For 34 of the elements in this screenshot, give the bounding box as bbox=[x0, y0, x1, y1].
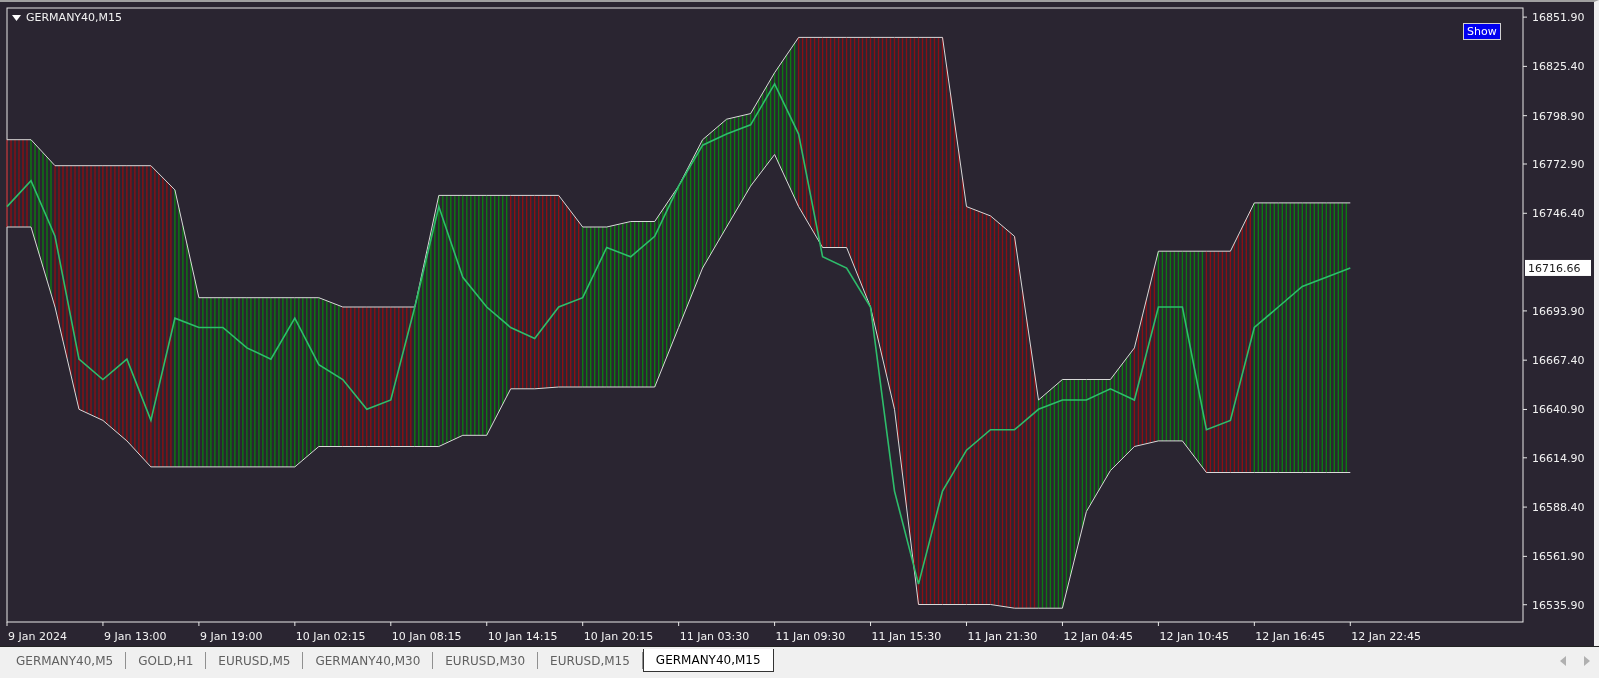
time-label: 9 Jan 19:00 bbox=[199, 630, 263, 642]
price-label: 16640.90 bbox=[1532, 403, 1585, 417]
time-label: 10 Jan 14:15 bbox=[487, 630, 558, 642]
time-label: 11 Jan 21:30 bbox=[967, 630, 1038, 642]
price-label: 16851.90 bbox=[1532, 11, 1585, 25]
chart-tab[interactable]: GERMANY40,M15 bbox=[642, 649, 774, 672]
price-label: 16825.40 bbox=[1532, 60, 1585, 74]
chart-title: GERMANY40,M15 bbox=[26, 11, 123, 24]
time-label: 10 Jan 08:15 bbox=[391, 630, 462, 642]
time-label: 10 Jan 02:15 bbox=[295, 630, 366, 642]
price-label: 16561.90 bbox=[1532, 550, 1585, 564]
time-label: 11 Jan 09:30 bbox=[775, 630, 846, 642]
time-label: 11 Jan 03:30 bbox=[679, 630, 750, 642]
scroll-left-icon[interactable] bbox=[1559, 655, 1567, 666]
time-label: 12 Jan 16:45 bbox=[1255, 630, 1325, 642]
price-label: 16667.40 bbox=[1532, 354, 1585, 368]
price-label: 16614.90 bbox=[1532, 451, 1585, 465]
time-label: 10 Jan 20:15 bbox=[583, 630, 654, 642]
time-label: 9 Jan 13:00 bbox=[103, 630, 167, 642]
time-label: 12 Jan 10:45 bbox=[1159, 630, 1230, 642]
time-label: 11 Jan 15:30 bbox=[871, 630, 942, 642]
price-label: 16772.90 bbox=[1532, 158, 1585, 171]
time-label: 9 Jan 2024 bbox=[8, 630, 67, 642]
dropdown-triangle-icon[interactable] bbox=[12, 14, 21, 21]
show-button[interactable]: Show bbox=[1463, 23, 1501, 40]
time-label: 12 Jan 04:45 bbox=[1063, 630, 1134, 642]
scroll-right-icon[interactable] bbox=[1583, 655, 1591, 666]
price-label: 16535.90 bbox=[1532, 598, 1585, 612]
current-price-label: 16716.66 bbox=[1525, 259, 1591, 276]
price-label: 16798.90 bbox=[1532, 109, 1585, 123]
price-label: 16746.40 bbox=[1532, 207, 1585, 221]
time-label: 12 Jan 22:45 bbox=[1351, 630, 1421, 642]
price-label: 16693.90 bbox=[1532, 304, 1585, 318]
price-label: 16588.40 bbox=[1532, 501, 1585, 515]
